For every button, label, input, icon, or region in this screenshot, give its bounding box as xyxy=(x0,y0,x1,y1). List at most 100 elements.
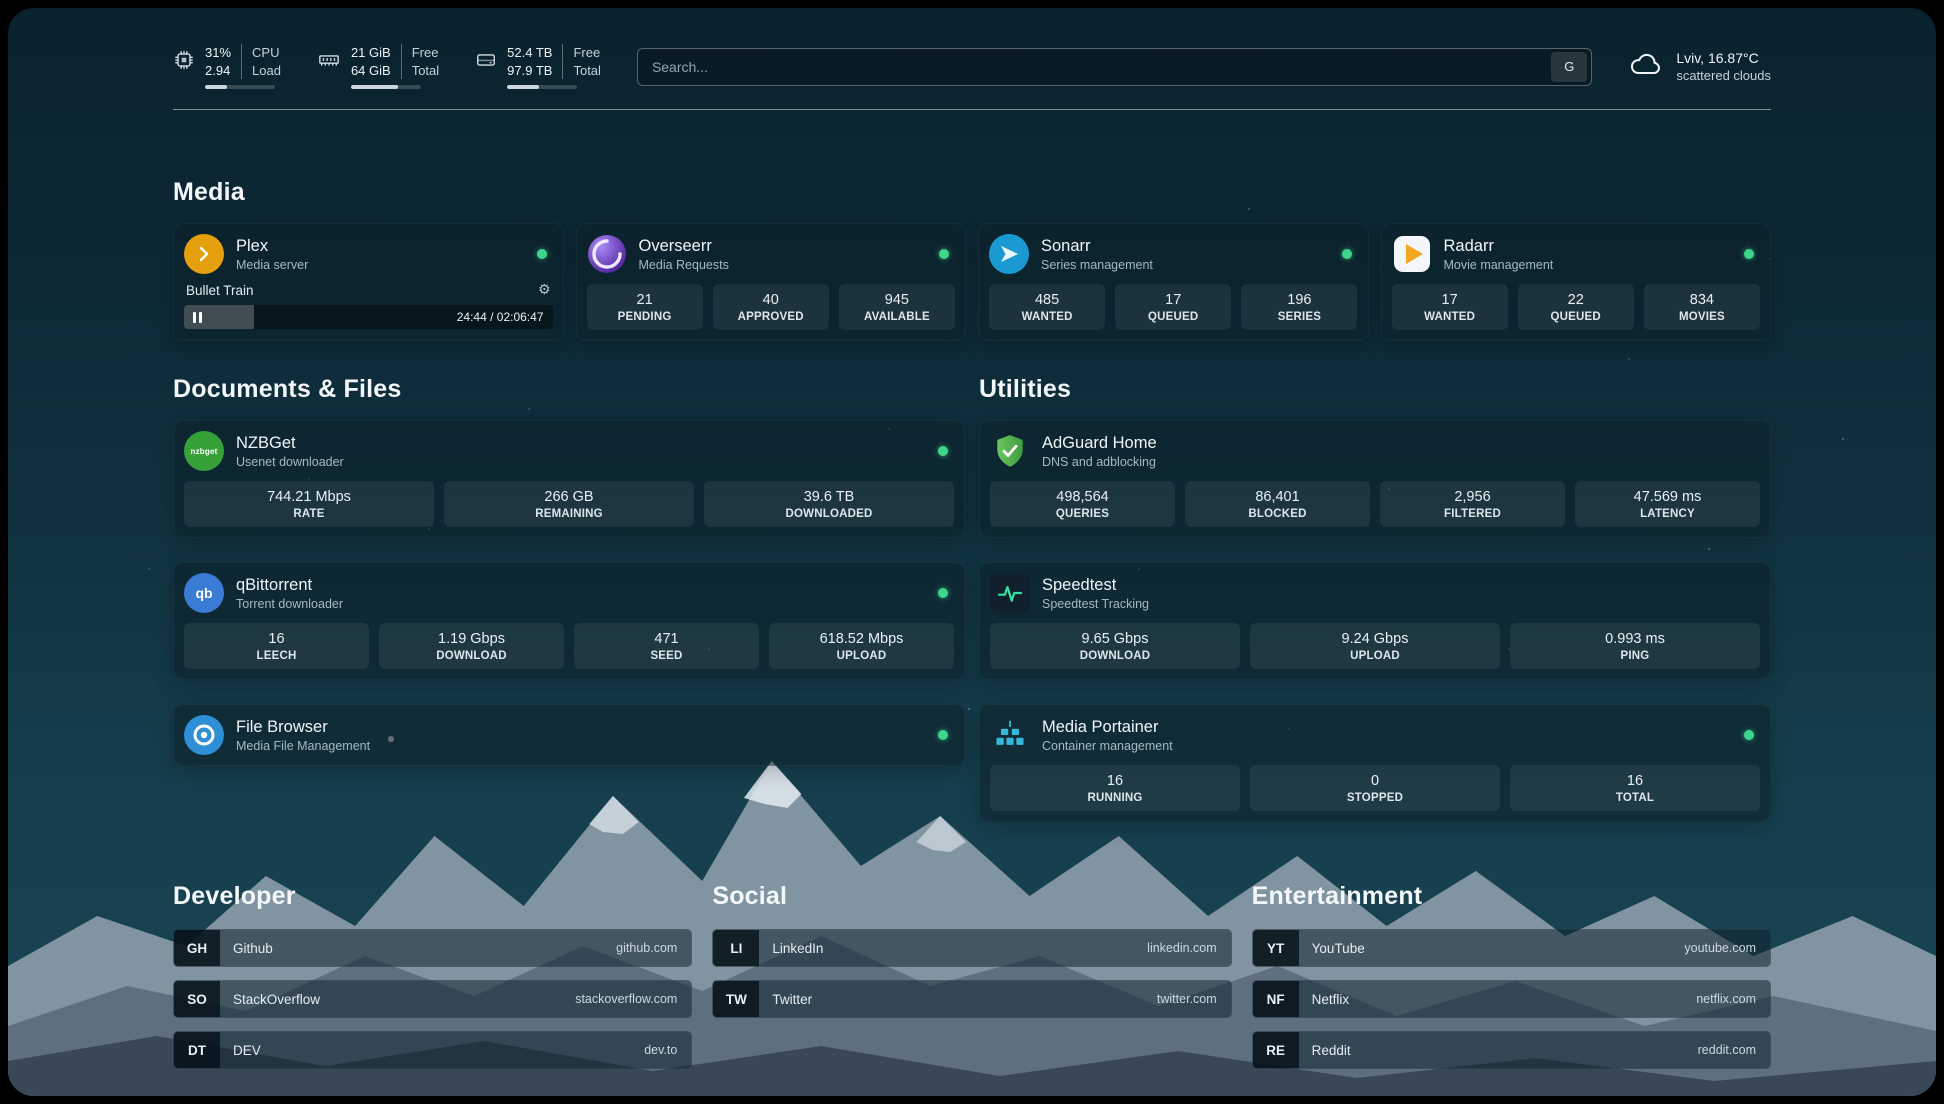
app-name: Media Portainer xyxy=(1042,718,1173,737)
stat-value: 39.6 TB xyxy=(708,489,950,505)
stat-value: 9.65 Gbps xyxy=(994,631,1236,647)
twitter-icon: TW xyxy=(713,981,759,1017)
qbittorrent-icon: qb xyxy=(184,573,224,613)
plex-card[interactable]: Plex Media server Bullet Train ⚙ 24:44 /… xyxy=(173,223,564,341)
ram-usage-bar xyxy=(351,85,421,89)
status-dot xyxy=(938,588,948,598)
ram-widget: 21 GiB 64 GiB Free Total xyxy=(317,44,439,89)
stat-value: 16 xyxy=(1514,773,1756,789)
app-name: Plex xyxy=(236,237,308,256)
stat-tile: 0 STOPPED xyxy=(1250,765,1500,811)
ram-free-value: 21 GiB xyxy=(351,44,391,62)
stat-label: PENDING xyxy=(591,311,699,323)
weather-condition: scattered clouds xyxy=(1676,68,1771,83)
bookmark-netflix[interactable]: NF Netflix netflix.com xyxy=(1252,980,1771,1018)
bookmark-name: LinkedIn xyxy=(759,930,1147,966)
developer-section-title: Developer xyxy=(173,882,692,911)
qbittorrent-card[interactable]: qb qBittorrent Torrent downloader 16 LEE… xyxy=(173,562,965,680)
system-widgets: 31% 2.94 CPU Load xyxy=(173,44,601,89)
stat-label: LATENCY xyxy=(1579,508,1756,520)
gear-icon[interactable]: ⚙ xyxy=(538,282,551,298)
stat-label: WANTED xyxy=(993,311,1101,323)
stat-tile: 86,401 BLOCKED xyxy=(1185,481,1370,527)
bookmark-linkedin[interactable]: LI LinkedIn linkedin.com xyxy=(712,929,1231,967)
stat-tile: 16 RUNNING xyxy=(990,765,1240,811)
cpu-label: CPU xyxy=(252,44,281,62)
app-name: qBittorrent xyxy=(236,576,343,595)
social-section-title: Social xyxy=(712,882,1231,911)
stat-label: REMAINING xyxy=(448,508,690,520)
sonarr-card[interactable]: Sonarr Series management 485 WANTED 17 Q… xyxy=(978,223,1369,341)
app-name: NZBGet xyxy=(236,434,344,453)
weather-widget: Lviv, 16.87°C scattered clouds xyxy=(1628,50,1771,83)
cpu-load-value: 2.94 xyxy=(205,62,231,80)
app-subtitle: Media File Management xyxy=(236,739,370,753)
app-name: Overseerr xyxy=(639,237,729,256)
playback-time: 24:44 / 02:06:47 xyxy=(457,310,553,324)
bookmark-stackoverflow[interactable]: SO StackOverflow stackoverflow.com xyxy=(173,980,692,1018)
dev-icon: DT xyxy=(174,1032,220,1068)
stat-value: 22 xyxy=(1522,292,1630,308)
adguard-card[interactable]: AdGuard Home DNS and adblocking 498,564 … xyxy=(979,420,1771,538)
bookmark-reddit[interactable]: RE Reddit reddit.com xyxy=(1252,1031,1771,1069)
stat-value: 21 xyxy=(591,292,699,308)
bookmark-dev[interactable]: DT DEV dev.to xyxy=(173,1031,692,1069)
linkedin-icon: LI xyxy=(713,930,759,966)
playback-progress-bar[interactable]: 24:44 / 02:06:47 xyxy=(184,305,553,329)
radarr-icon xyxy=(1392,234,1432,274)
stat-value: 47.569 ms xyxy=(1579,489,1756,505)
stat-label: WANTED xyxy=(1396,311,1504,323)
stat-label: BLOCKED xyxy=(1189,508,1366,520)
stat-tile: 16 LEECH xyxy=(184,623,369,669)
stat-value: 17 xyxy=(1119,292,1227,308)
ram-total-value: 64 GiB xyxy=(351,62,391,80)
disk-total-label: Total xyxy=(573,62,600,80)
stat-value: 744.21 Mbps xyxy=(188,489,430,505)
bookmark-name: Twitter xyxy=(759,981,1157,1017)
stat-value: 834 xyxy=(1648,292,1756,308)
stat-label: FILTERED xyxy=(1384,508,1561,520)
status-dot xyxy=(1342,249,1352,259)
search-engine-button[interactable]: G xyxy=(1551,52,1587,82)
top-bar: 31% 2.94 CPU Load xyxy=(173,8,1771,109)
app-subtitle: Media Requests xyxy=(639,258,729,272)
bookmark-url: twitter.com xyxy=(1157,981,1231,1017)
stat-tile: 744.21 Mbps RATE xyxy=(184,481,434,527)
stat-label: DOWNLOAD xyxy=(994,650,1236,662)
app-subtitle: Container management xyxy=(1042,739,1173,753)
portainer-card[interactable]: Media Portainer Container management 16 … xyxy=(979,704,1771,822)
stat-label: APPROVED xyxy=(717,311,825,323)
app-name: Radarr xyxy=(1444,237,1554,256)
app-name: Sonarr xyxy=(1041,237,1153,256)
documents-section-title: Documents & Files xyxy=(173,375,965,404)
nzbget-card[interactable]: nzbget NZBGet Usenet downloader 744.21 M… xyxy=(173,420,965,538)
speedtest-card[interactable]: Speedtest Speedtest Tracking 9.65 Gbps D… xyxy=(979,562,1771,680)
status-dot xyxy=(1744,730,1754,740)
stat-value: 196 xyxy=(1245,292,1353,308)
bookmark-twitter[interactable]: TW Twitter twitter.com xyxy=(712,980,1231,1018)
radarr-card[interactable]: Radarr Movie management 17 WANTED 22 QUE… xyxy=(1381,223,1772,341)
stat-label: RATE xyxy=(188,508,430,520)
filebrowser-card[interactable]: File Browser Media File Management xyxy=(173,704,965,766)
entertainment-section-title: Entertainment xyxy=(1252,882,1771,911)
bookmark-youtube[interactable]: YT YouTube youtube.com xyxy=(1252,929,1771,967)
stat-tile: 9.24 Gbps UPLOAD xyxy=(1250,623,1500,669)
stat-label: SEED xyxy=(578,650,755,662)
stat-tile: 498,564 QUERIES xyxy=(990,481,1175,527)
stat-label: QUEUED xyxy=(1522,311,1630,323)
stat-label: RUNNING xyxy=(994,792,1236,804)
bookmark-url: netflix.com xyxy=(1696,981,1770,1017)
bookmark-url: youtube.com xyxy=(1684,930,1770,966)
stat-tile: 21 PENDING xyxy=(587,284,703,330)
stat-value: 498,564 xyxy=(994,489,1171,505)
pause-icon[interactable] xyxy=(193,312,202,323)
portainer-icon xyxy=(990,715,1030,755)
overseerr-card[interactable]: Overseerr Media Requests 21 PENDING 40 A… xyxy=(576,223,967,341)
netflix-icon: NF xyxy=(1253,981,1299,1017)
search-input[interactable] xyxy=(638,59,1551,75)
cloud-icon xyxy=(1628,50,1664,83)
bookmark-github[interactable]: GH Github github.com xyxy=(173,929,692,967)
stat-value: 9.24 Gbps xyxy=(1254,631,1496,647)
app-subtitle: Series management xyxy=(1041,258,1153,272)
filebrowser-icon xyxy=(184,715,224,755)
